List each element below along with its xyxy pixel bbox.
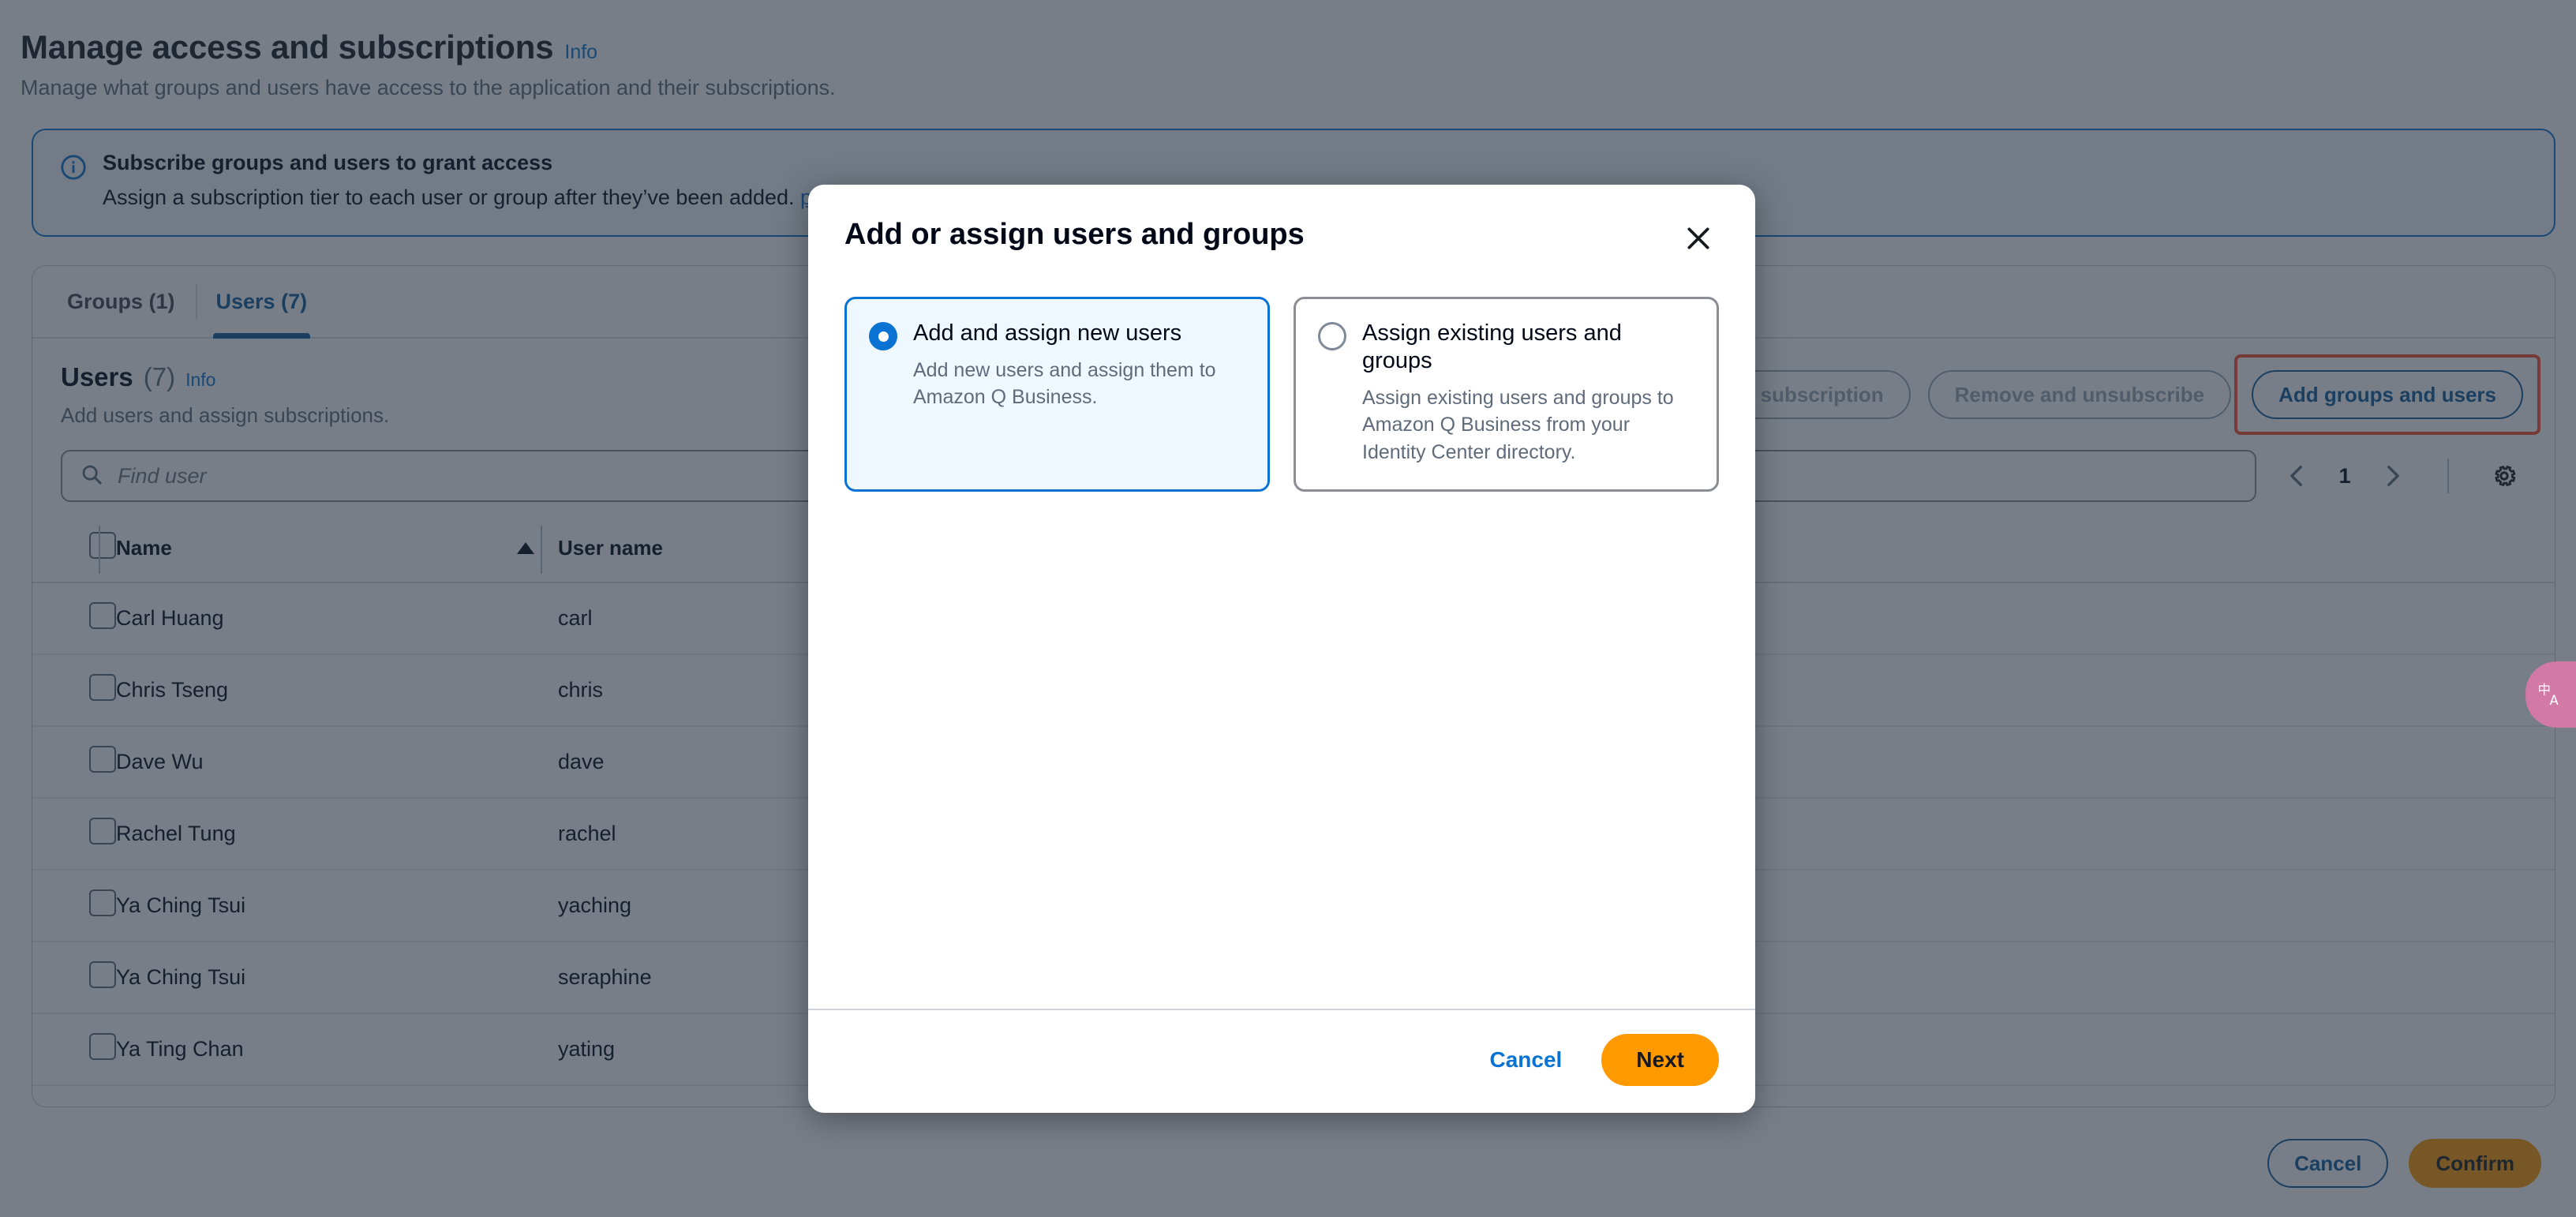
radio-assign-existing-users-and-groups[interactable] (1318, 322, 1346, 350)
modal-header: Add or assign users and groups (808, 185, 1755, 259)
add-or-assign-modal: Add or assign users and groups Add and a… (808, 185, 1755, 1113)
radio-add-and-assign-new-users[interactable] (869, 322, 897, 350)
option-tiles: Add and assign new users Add new users a… (844, 297, 1719, 492)
option-description-0: Add new users and assign them to Amazon … (913, 358, 1216, 409)
option-add-and-assign-new-users[interactable]: Add and assign new users Add new users a… (844, 297, 1270, 492)
modal-footer: Cancel Next (808, 1009, 1755, 1113)
close-icon[interactable] (1678, 218, 1719, 259)
option-assign-existing-users-and-groups[interactable]: Assign existing users and groups Assign … (1294, 297, 1719, 492)
svg-text:A: A (2550, 693, 2559, 707)
modal-next-button[interactable]: Next (1601, 1034, 1719, 1086)
translate-icon: 中 A (2537, 679, 2565, 711)
option-label-0: Add and assign new users (913, 320, 1182, 346)
option-description-1: Assign existing users and groups to Amaz… (1362, 386, 1674, 463)
option-label-1: Assign existing users and groups (1362, 320, 1622, 373)
modal-body: Add and assign new users Add new users a… (808, 259, 1755, 1009)
modal-cancel-button[interactable]: Cancel (1477, 1036, 1574, 1084)
modal-title: Add or assign users and groups (844, 218, 1305, 251)
